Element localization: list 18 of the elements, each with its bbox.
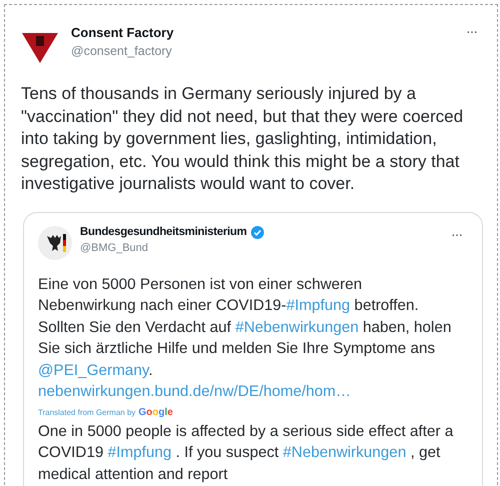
tweet-text: Tens of thousands in Germany seriously injured by a "vaccination" they did not need, but that they were coerced into taking by government lies, gaslighting, intimidation, segregation, etc. You would think this might be a story that investigative journalists would want to cover. xyxy=(21,83,464,195)
eagle-avatar-icon[interactable] xyxy=(38,226,72,260)
more-button[interactable]: ··· xyxy=(460,23,483,39)
more-button[interactable]: ··· xyxy=(445,226,468,242)
author-handle[interactable]: @BMG_Bund xyxy=(80,242,437,254)
author-name[interactable]: Consent Factory xyxy=(71,25,448,40)
translation-note: Translated from German by xyxy=(38,408,136,416)
link[interactable]: #Impfung xyxy=(108,444,172,461)
link[interactable]: #Impfung xyxy=(286,297,350,314)
link[interactable]: #Nebenwirkungen xyxy=(235,318,359,336)
tweet-text: One in 5000 people is affected by a serious side effect after a COVID19 #Impfung . If you suspect #Nebenwirkungen , get medical attention and report xyxy=(38,422,454,484)
author-handle[interactable]: @consent_factory xyxy=(71,44,448,58)
author-name[interactable]: Bundesgesundheitsministerium xyxy=(80,226,247,238)
link[interactable]: @PEI_Germany xyxy=(38,362,148,378)
translator-logo[interactable]: Google xyxy=(138,406,173,418)
link[interactable]: #Nebenwirkungen xyxy=(282,444,406,461)
link[interactable]: nebenwirkungen.bund.de/nw/DE/home/hom… xyxy=(38,383,351,400)
tweet-text: Eine von 5000 Personen ist von einer schweren Nebenwirkung nach einer COVID19-#Impfung betroffen. Sollten Sie den Verdacht auf #Nebenwirkungen haben, holen Sie sich ärztliche Hilfe und melden Sie Ihre Symptome ans @PEI_Germany. nebenwirkungen.bund.de/nw/DE/home/hom… xyxy=(38,274,452,402)
